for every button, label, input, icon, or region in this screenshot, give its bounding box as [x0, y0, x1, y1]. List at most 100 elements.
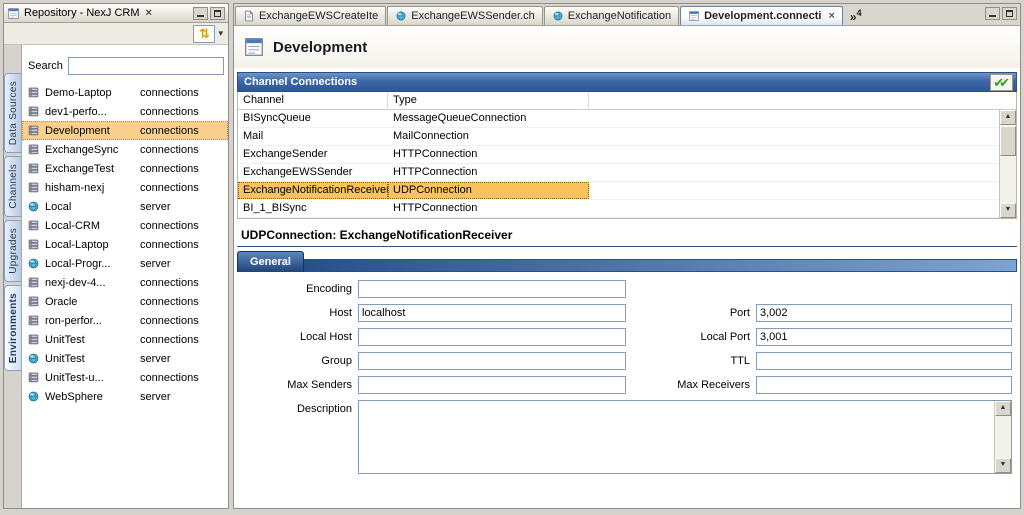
- description-textarea[interactable]: ▲ ▼: [358, 400, 1012, 474]
- tab-channels-label: Channels: [8, 164, 19, 209]
- scroll-down-icon[interactable]: ▼: [1000, 203, 1016, 218]
- sync-icon[interactable]: ⇅: [193, 25, 215, 43]
- table-row[interactable]: MailMailConnection: [238, 128, 1016, 146]
- list-item[interactable]: UnitTestconnections: [22, 330, 228, 349]
- list-item[interactable]: ron-perfor...connections: [22, 311, 228, 330]
- column-header-empty: [589, 92, 1016, 109]
- connections-icon: [27, 371, 40, 384]
- item-type: connections: [140, 144, 199, 156]
- max-receivers-input[interactable]: [756, 376, 1012, 394]
- table-scrollbar[interactable]: ▲ ▼: [999, 110, 1016, 218]
- item-type: connections: [140, 163, 199, 175]
- ttl-label: TTL: [626, 355, 756, 367]
- cell-empty: [589, 128, 1016, 145]
- tab-channels[interactable]: Channels: [4, 156, 21, 217]
- tab-general[interactable]: General: [237, 251, 304, 272]
- table-row-selected[interactable]: ExchangeNotificationReceiverUDPConnectio…: [238, 182, 1016, 200]
- table-row[interactable]: BISyncQueueMessageQueueConnection: [238, 110, 1016, 128]
- column-header-channel[interactable]: Channel: [238, 92, 388, 109]
- connections-icon: [27, 314, 40, 327]
- repository-view-icon: [7, 7, 20, 20]
- tab-exchangeewscreateite[interactable]: ExchangeEWSCreateIte: [235, 6, 386, 25]
- list-item[interactable]: Localserver: [22, 197, 228, 216]
- search-label: Search: [28, 60, 63, 72]
- channel-connections-table: Channel Type BISyncQueueMessageQueueConn…: [237, 92, 1017, 219]
- detail-tab-folder: General: [237, 251, 1017, 272]
- table-header-row: Channel Type: [238, 92, 1016, 110]
- table-row[interactable]: BI_1_BISyncHTTPConnection: [238, 200, 1016, 218]
- tab-exchangeewssender[interactable]: ExchangeEWSSender.ch: [387, 6, 543, 25]
- table-row[interactable]: ExchangeEWSSenderHTTPConnection: [238, 164, 1016, 182]
- development-form-icon: [243, 36, 265, 58]
- table-row[interactable]: ExchangeSenderHTTPConnection: [238, 146, 1016, 164]
- item-name: UnitTest: [45, 334, 135, 346]
- list-item[interactable]: hisham-nexjconnections: [22, 178, 228, 197]
- editor-area: ExchangeEWSCreateIte ExchangeEWSSender.c…: [233, 3, 1021, 509]
- column-header-type[interactable]: Type: [388, 92, 589, 109]
- item-name: Development: [45, 125, 135, 137]
- repository-view: Repository - NexJ CRM × ⇅ ▾ Data Sources…: [3, 3, 229, 509]
- maximize-editor-button[interactable]: [1002, 7, 1017, 20]
- tab-label: ExchangeNotification: [568, 10, 671, 22]
- group-input[interactable]: [358, 352, 626, 370]
- editor-tabbar: ExchangeEWSCreateIte ExchangeEWSSender.c…: [234, 4, 1020, 26]
- local-port-input[interactable]: [756, 328, 1012, 346]
- list-item-selected[interactable]: Developmentconnections: [22, 121, 228, 140]
- list-item[interactable]: Local-Laptopconnections: [22, 235, 228, 254]
- tab-exchangenotification[interactable]: ExchangeNotification: [544, 6, 679, 25]
- list-item[interactable]: UnitTest-u...connections: [22, 368, 228, 387]
- tab-upgrades[interactable]: Upgrades: [4, 220, 21, 282]
- host-input[interactable]: [358, 304, 626, 322]
- item-type: connections: [140, 296, 199, 308]
- max-senders-input[interactable]: [358, 376, 626, 394]
- cell-empty: [589, 200, 1016, 217]
- list-item[interactable]: UnitTest server: [22, 349, 228, 368]
- list-item[interactable]: Local-Progr...server: [22, 254, 228, 273]
- tab-data-sources[interactable]: Data Sources: [4, 73, 21, 153]
- list-item[interactable]: nexj-dev-4...connections: [22, 273, 228, 292]
- page-icon: [243, 10, 255, 22]
- list-item[interactable]: dev1-perfo...connections: [22, 102, 228, 121]
- ttl-input[interactable]: [756, 352, 1012, 370]
- port-input[interactable]: [756, 304, 1012, 322]
- repository-close-icon[interactable]: ×: [146, 7, 152, 19]
- item-type: connections: [140, 182, 199, 194]
- item-type: server: [140, 353, 171, 365]
- item-name: Local-Progr...: [45, 258, 135, 270]
- close-tab-icon[interactable]: ×: [828, 10, 834, 22]
- channel-connections-title: Channel Connections: [244, 76, 357, 88]
- minimize-view-button[interactable]: [193, 7, 208, 20]
- scroll-down-icon[interactable]: ▼: [995, 458, 1011, 473]
- search-input[interactable]: [68, 57, 224, 75]
- view-menu-chevron-down-icon[interactable]: ▾: [218, 28, 223, 39]
- minimize-editor-button[interactable]: [985, 7, 1000, 20]
- tab-environments[interactable]: Environments: [4, 285, 21, 371]
- cell-channel: ExchangeSender: [238, 146, 388, 163]
- list-item[interactable]: WebSphereserver: [22, 387, 228, 406]
- item-name: UnitTest: [45, 353, 135, 365]
- item-type: connections: [140, 106, 199, 118]
- item-name: Local-CRM: [45, 220, 135, 232]
- maximize-view-button[interactable]: [210, 7, 225, 20]
- cell-empty: [589, 182, 1016, 199]
- description-scrollbar[interactable]: ▲ ▼: [994, 401, 1011, 473]
- scrollbar-thumb[interactable]: [1000, 126, 1016, 156]
- item-name: Demo-Laptop: [45, 87, 135, 99]
- item-name: Local: [45, 201, 135, 213]
- port-label: Port: [626, 307, 756, 319]
- item-name: WebSphere: [45, 391, 135, 403]
- list-item[interactable]: ExchangeTest connections: [22, 159, 228, 178]
- item-name: ExchangeTest: [45, 163, 135, 175]
- local-host-input[interactable]: [358, 328, 626, 346]
- list-item[interactable]: ExchangeSyncconnections: [22, 140, 228, 159]
- scroll-up-icon[interactable]: ▲: [995, 401, 1011, 416]
- tab-development-connections[interactable]: Development.connecti ×: [680, 6, 843, 25]
- list-item[interactable]: Local-CRMconnections: [22, 216, 228, 235]
- scroll-up-icon[interactable]: ▲: [1000, 110, 1016, 125]
- encoding-input[interactable]: [358, 280, 626, 298]
- cell-type: MessageQueueConnection: [388, 110, 589, 127]
- tab-overflow-chevron[interactable]: »4: [850, 8, 862, 24]
- list-item[interactable]: Oracleconnections: [22, 292, 228, 311]
- list-item[interactable]: Demo-Laptopconnections: [22, 83, 228, 102]
- connections-icon: [27, 124, 40, 137]
